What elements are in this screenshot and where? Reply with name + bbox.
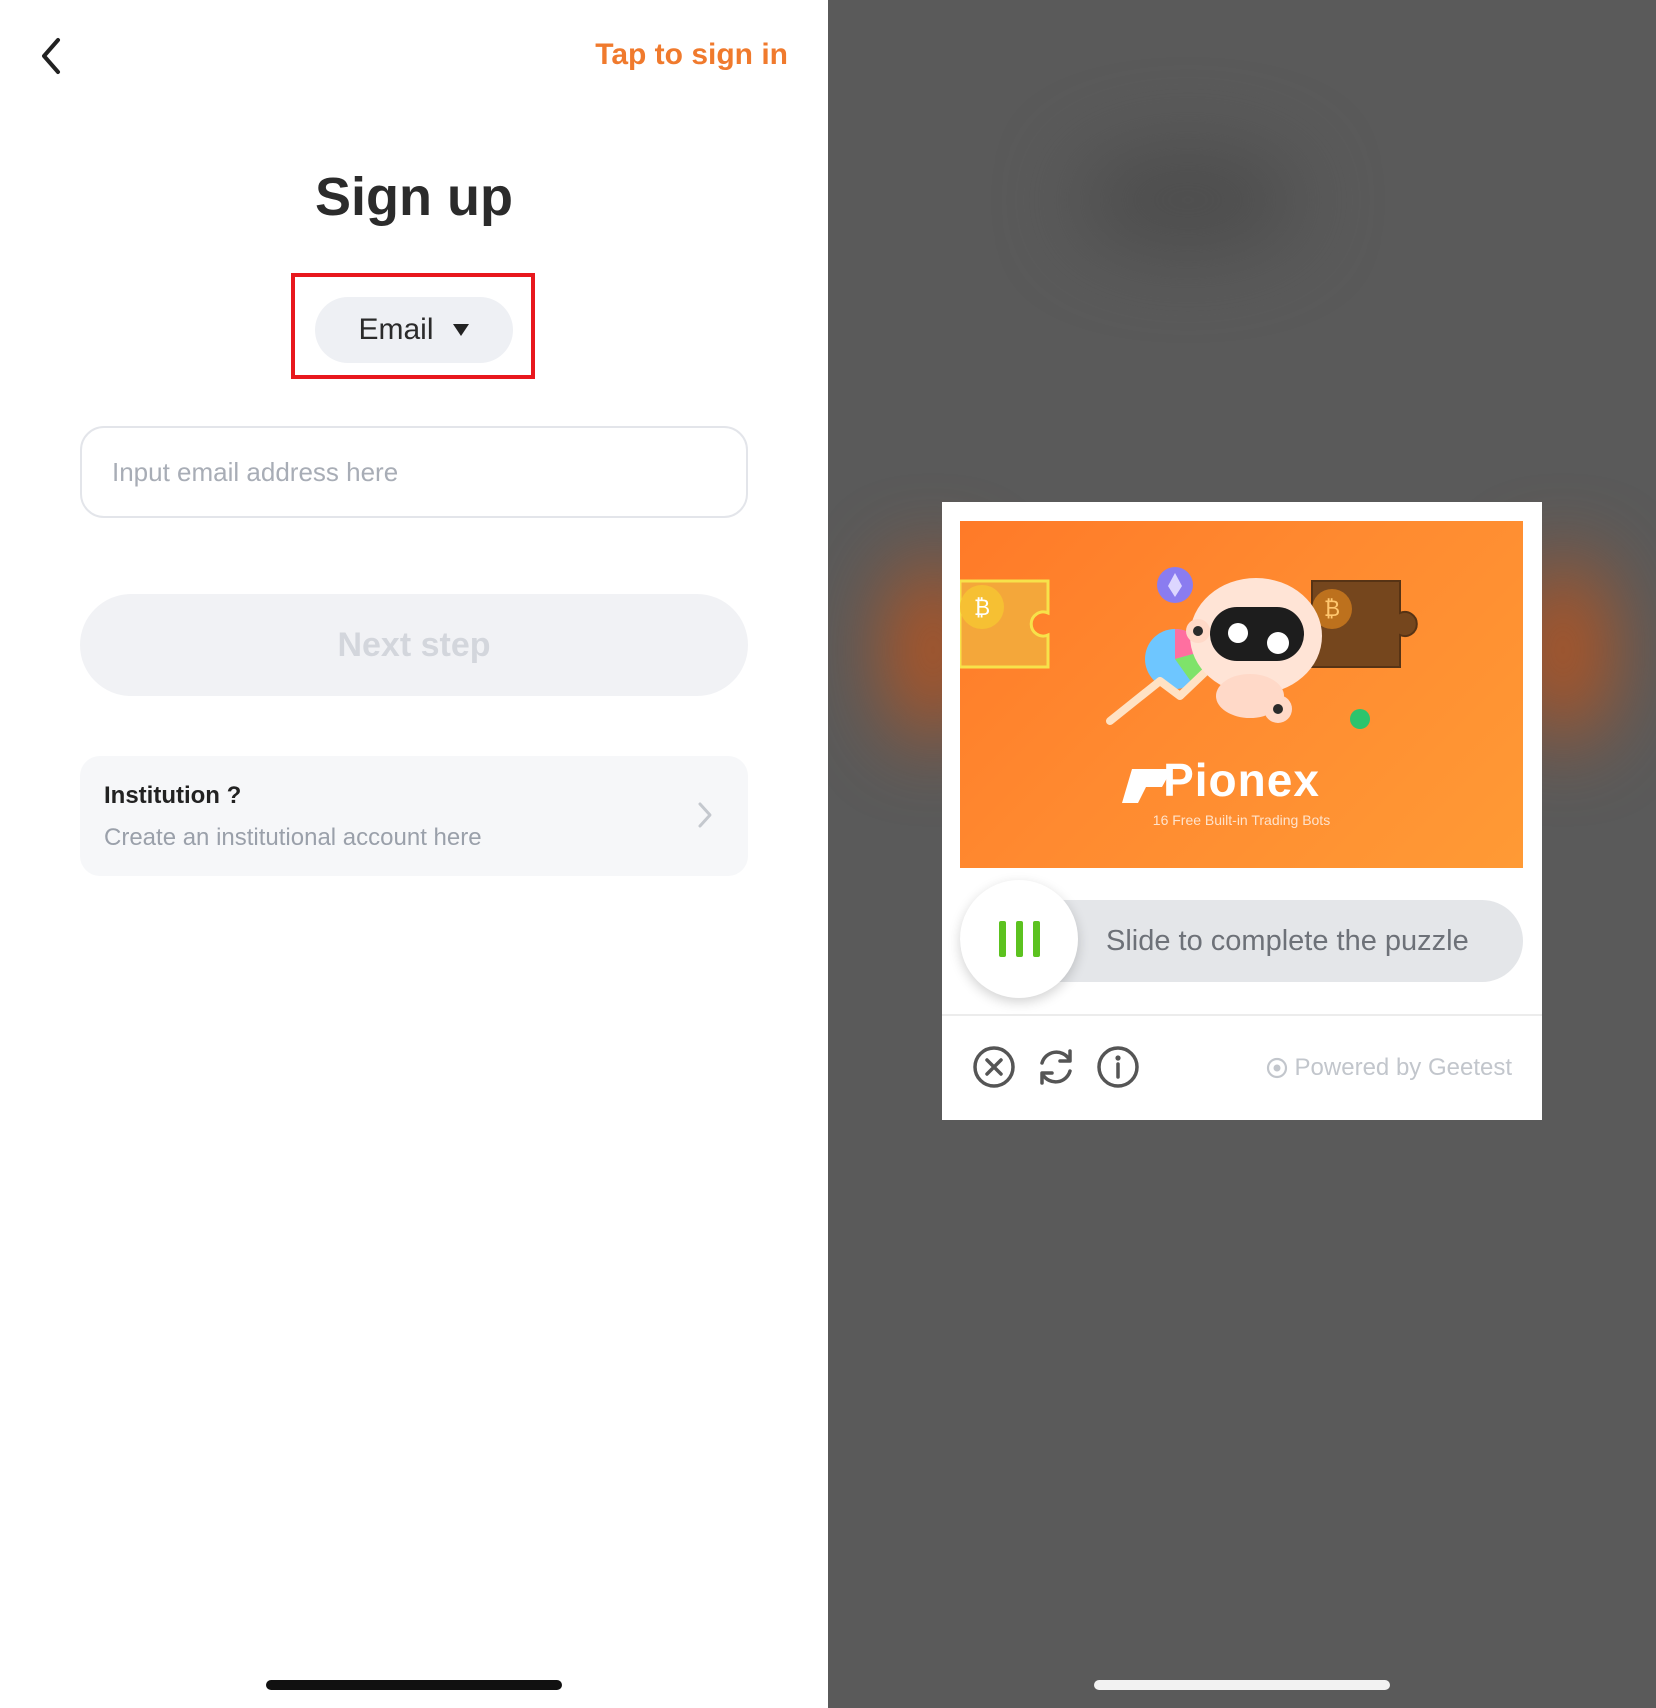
home-indicator	[266, 1680, 562, 1690]
slider-handle[interactable]	[960, 880, 1078, 998]
powered-by[interactable]: Powered by Geetest	[1265, 1054, 1512, 1082]
caret-down-icon	[452, 324, 469, 336]
divider	[942, 1014, 1542, 1016]
close-circle-icon	[973, 1046, 1015, 1088]
puzzle-slot: ₿	[1311, 580, 1418, 668]
powered-by-label: Powered by Geetest	[1294, 1054, 1512, 1081]
institution-title: Institution ?	[104, 782, 242, 809]
signup-screen: Tap to sign in Sign up Email Next step I…	[0, 0, 828, 1708]
grip-bar	[998, 921, 1006, 957]
email-input[interactable]	[80, 426, 748, 518]
chevron-right-icon	[698, 802, 712, 828]
brand-tagline: 16 Free Built-in Trading Bots	[1152, 812, 1331, 828]
close-button[interactable]	[972, 1045, 1016, 1089]
puzzle-piece: ₿	[960, 579, 1050, 669]
puzzle-image: ₿ ₿ Pionex 16 Free Built-in Trading Bots	[960, 521, 1523, 868]
institution-card[interactable]: Institution ? Create an institutional ac…	[80, 756, 748, 876]
grip-bar	[1015, 921, 1023, 957]
refresh-button[interactable]	[1034, 1045, 1078, 1089]
svg-text:₿: ₿	[1324, 597, 1340, 622]
geetest-logo-icon	[1266, 1057, 1287, 1079]
chevron-left-icon	[42, 38, 60, 74]
slider-prompt: Slide to complete the puzzle	[1106, 925, 1469, 957]
home-indicator	[1094, 1680, 1390, 1690]
page-title: Sign up	[315, 167, 513, 227]
sign-in-link[interactable]: Tap to sign in	[595, 38, 788, 72]
captcha-dialog: ₿ ₿ Pionex 16 Free Built-in Trading Bots…	[942, 502, 1542, 1120]
signup-method-dropdown[interactable]: Email	[315, 297, 513, 363]
shadow-blur	[1078, 150, 1298, 250]
back-button[interactable]	[32, 34, 72, 78]
next-step-button[interactable]: Next step	[80, 594, 748, 696]
svg-text:₿: ₿	[974, 596, 990, 621]
info-button[interactable]	[1096, 1045, 1140, 1089]
captcha-overlay: ₿ ₿ Pionex 16 Free Built-in Trading Bots…	[828, 0, 1656, 1708]
grip-bar	[1032, 921, 1040, 957]
brand-name: Pionex	[1163, 754, 1320, 806]
signup-method-label: Email	[358, 313, 434, 346]
institution-subtitle: Create an institutional account here	[104, 824, 482, 851]
info-icon	[1097, 1046, 1139, 1088]
refresh-icon	[1040, 1049, 1072, 1085]
robot-mascot	[1186, 578, 1322, 723]
